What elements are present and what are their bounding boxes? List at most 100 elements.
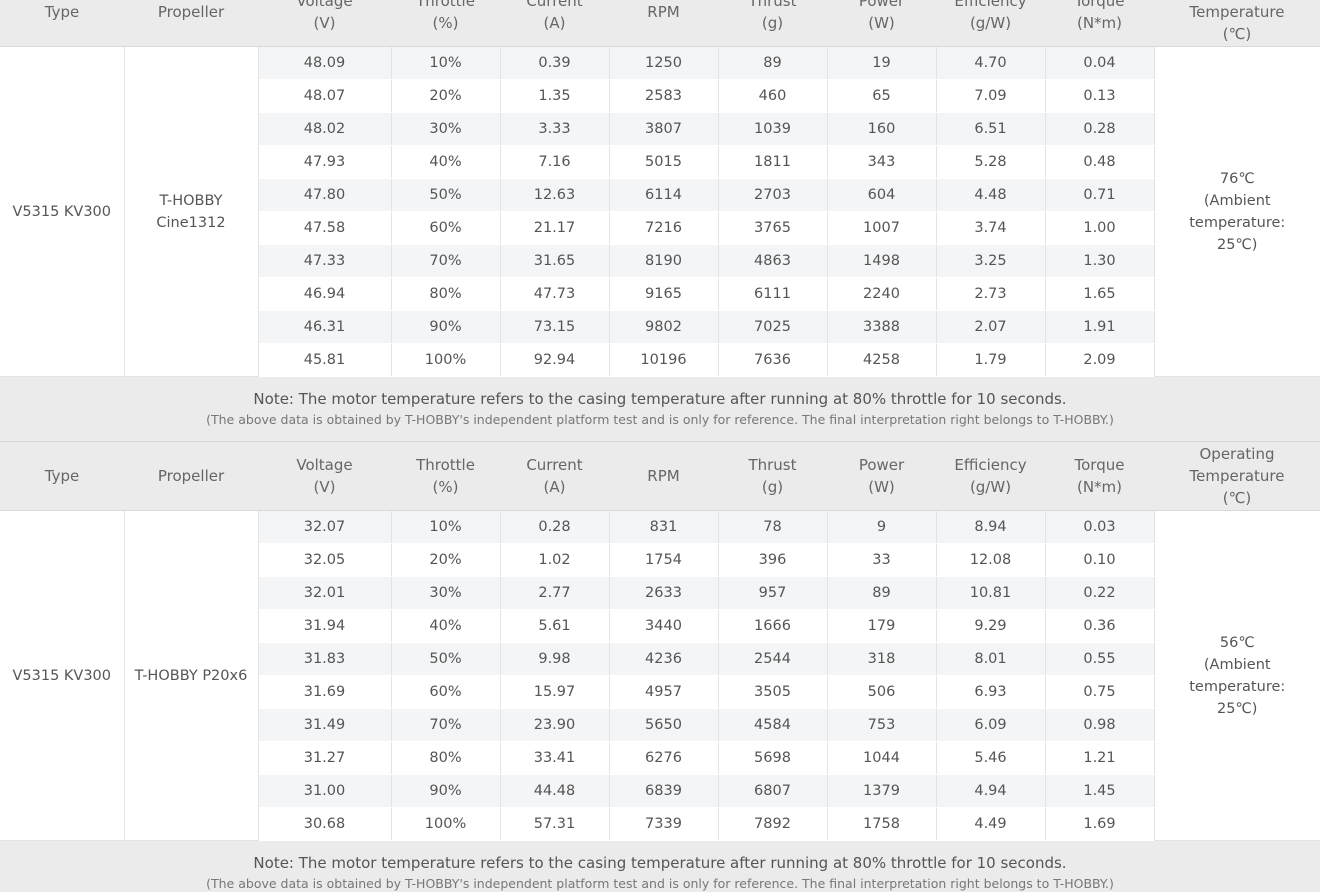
power-cell: 19 [827, 46, 937, 80]
header-efficiency-label: Efficiency [954, 0, 1027, 10]
header-rpm-label: RPM [647, 3, 680, 21]
thrust-cell: 3505 [718, 675, 828, 709]
motor-type-cell: V5315 KV300 [0, 46, 125, 377]
thrust-cell: 7892 [718, 807, 828, 841]
rpm-cell: 2633 [609, 576, 719, 610]
efficiency-cell: 6.51 [936, 112, 1046, 146]
current-cell: 2.77 [500, 576, 610, 610]
current-cell: 9.98 [500, 642, 610, 676]
power-cell: 1498 [827, 244, 937, 278]
efficiency-cell: 10.81 [936, 576, 1046, 610]
torque-cell: 0.36 [1045, 609, 1155, 643]
header-voltage-label: Voltage [296, 0, 353, 10]
thrust-cell: 78 [718, 510, 828, 544]
rpm-cell: 9802 [609, 310, 719, 344]
rpm-cell: 7216 [609, 211, 719, 245]
current-cell: 44.48 [500, 774, 610, 808]
torque-cell: 1.45 [1045, 774, 1155, 808]
voltage-cell: 47.93 [258, 145, 392, 179]
thrust-cell: 4584 [718, 708, 828, 742]
power-cell: 604 [827, 178, 937, 212]
power-cell: 33 [827, 543, 937, 577]
temperature-text-line4: 25℃) [1217, 236, 1258, 253]
temperature-text-line2: (Ambient [1203, 656, 1271, 673]
voltage-cell: 46.94 [258, 277, 392, 311]
header-row: Type Propeller Voltage (V) Throttle (%) Curren… [0, 0, 1320, 47]
thrust-cell: 3765 [718, 211, 828, 245]
header-propeller: Propeller [124, 441, 258, 511]
rpm-cell: 1754 [609, 543, 719, 577]
rpm-cell: 5015 [609, 145, 719, 179]
propeller-text-line2: Cine1312 [156, 214, 226, 231]
header-current-unit: (A) [543, 478, 566, 496]
header-thrust: Thrust (g) [718, 0, 827, 47]
torque-cell: 1.00 [1045, 211, 1155, 245]
voltage-cell: 47.33 [258, 244, 392, 278]
header-efficiency: Efficiency (g/W) [936, 0, 1045, 47]
note-row: Note: The motor temperature refers to th… [0, 840, 1320, 892]
propeller-text-line1: T-HOBBY P20x6 [134, 667, 248, 684]
torque-cell: 0.48 [1045, 145, 1155, 179]
header-throttle: Throttle (%) [391, 0, 500, 47]
efficiency-cell: 5.28 [936, 145, 1046, 179]
torque-cell: 0.75 [1045, 675, 1155, 709]
voltage-cell: 47.80 [258, 178, 392, 212]
header-torque-label: Torque [1074, 456, 1125, 474]
header-current: Current (A) [500, 441, 609, 511]
rpm-cell: 1250 [609, 46, 719, 80]
header-power-unit: (W) [868, 478, 895, 496]
header-thrust-unit: (g) [761, 478, 784, 496]
header-type: Type [0, 0, 124, 47]
header-throttle-label: Throttle [416, 456, 475, 474]
thrust-cell: 4863 [718, 244, 828, 278]
torque-cell: 0.55 [1045, 642, 1155, 676]
voltage-cell: 31.27 [258, 741, 392, 775]
header-efficiency-label: Efficiency [954, 456, 1027, 474]
efficiency-cell: 3.74 [936, 211, 1046, 245]
motor-type-text: V5315 KV300 [12, 667, 112, 684]
throttle-cell: 30% [391, 112, 501, 146]
throttle-cell: 90% [391, 310, 501, 344]
header-type-label: Type [44, 3, 80, 21]
header-efficiency-unit: (g/W) [969, 14, 1012, 32]
header-throttle-label: Throttle [416, 0, 475, 10]
operating-temperature-cell: 56℃ (Ambient temperature: 25℃) [1154, 510, 1320, 841]
rpm-cell: 4236 [609, 642, 719, 676]
efficiency-cell: 6.09 [936, 708, 1046, 742]
current-cell: 12.63 [500, 178, 610, 212]
header-power: Power (W) [827, 441, 936, 511]
header-operating-temperature: OperatingTemperature(℃) [1154, 0, 1320, 47]
throttle-cell: 60% [391, 211, 501, 245]
note-sub-text: (The above data is obtained by T-HOBBY's… [206, 876, 1114, 891]
voltage-cell: 48.09 [258, 46, 392, 80]
torque-cell: 1.30 [1045, 244, 1155, 278]
throttle-cell: 100% [391, 343, 501, 377]
header-power-label: Power [858, 0, 905, 10]
rpm-cell: 10196 [609, 343, 719, 377]
current-cell: 23.90 [500, 708, 610, 742]
header-voltage: Voltage (V) [258, 0, 391, 47]
header-temperature-label: Temperature [1189, 467, 1285, 485]
header-efficiency-unit: (g/W) [969, 478, 1012, 496]
table-row: V5315 KV300 T-HOBBY Cine1312 48.09 10% 0.39 12… [0, 46, 1320, 377]
header-propeller-label: Propeller [157, 3, 225, 21]
thrust-cell: 2544 [718, 642, 828, 676]
thrust-cell: 5698 [718, 741, 828, 775]
current-cell: 3.33 [500, 112, 610, 146]
power-cell: 1379 [827, 774, 937, 808]
power-cell: 506 [827, 675, 937, 709]
power-cell: 1044 [827, 741, 937, 775]
throttle-cell: 80% [391, 277, 501, 311]
throttle-cell: 10% [391, 510, 501, 544]
rpm-cell: 7339 [609, 807, 719, 841]
voltage-cell: 46.31 [258, 310, 392, 344]
header-thrust-unit: (g) [761, 14, 784, 32]
throttle-cell: 40% [391, 609, 501, 643]
torque-cell: 0.10 [1045, 543, 1155, 577]
current-cell: 21.17 [500, 211, 610, 245]
header-voltage-label: Voltage [296, 456, 353, 474]
thrust-cell: 6807 [718, 774, 828, 808]
header-temperature-unit: (℃) [1222, 489, 1252, 507]
thrust-cell: 1039 [718, 112, 828, 146]
power-cell: 1758 [827, 807, 937, 841]
